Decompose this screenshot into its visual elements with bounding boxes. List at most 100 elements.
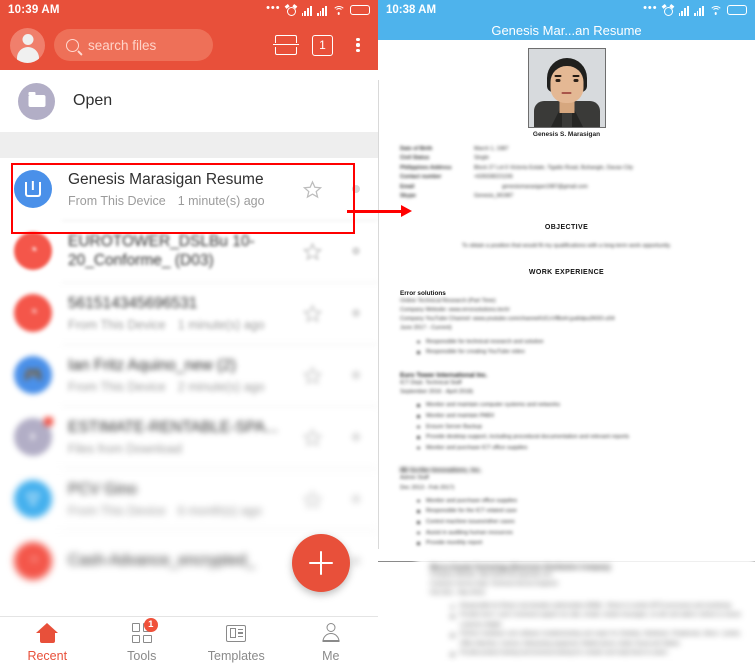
archive-file-icon: ◗ xyxy=(14,417,53,456)
bullet-item: Responsible for creating YouTube video xyxy=(417,347,733,358)
overflow-menu-icon[interactable] xyxy=(348,35,368,55)
file-source: From This Device xyxy=(68,503,166,518)
nav-item-me[interactable]: Me xyxy=(284,623,379,663)
job-line: ICT Dept. Technical Staff xyxy=(400,379,462,386)
avatar[interactable] xyxy=(10,27,45,63)
file-meta: Ian Fritz Aquino_new (2) From This Devic… xyxy=(68,356,287,393)
objective-heading: OBJECTIVE xyxy=(544,223,589,231)
nav-item-tools[interactable]: 1 Tools xyxy=(95,617,190,663)
file-subtitle: From This Device 1 minute(s) ago xyxy=(68,318,287,332)
file-source: From This Device xyxy=(68,317,166,332)
open-row[interactable]: Open xyxy=(0,70,378,132)
info-value: Block 27 Lot 6 Victoria Estate, Tigatto … xyxy=(474,164,634,171)
list-item[interactable]: ◔ EUROTOWER_DSLBu 10-20_Conforme_ (D03) xyxy=(0,220,378,282)
bottom-navigation: Recent 1 Tools Templates Me xyxy=(0,616,378,668)
favorite-star-icon[interactable] xyxy=(303,489,322,509)
job-bullets: Monitor and maintain computer systems an… xyxy=(417,400,733,454)
bullet-item: Control machine issues/other cases xyxy=(417,517,733,528)
favorite-star-icon[interactable] xyxy=(303,179,322,199)
job-line: June 2017 - Current) xyxy=(400,325,452,332)
job-line: Feb 2011 - May 2013) xyxy=(430,590,485,597)
file-meta: EUROTOWER_DSLBu 10-20_Conforme_ (D03) xyxy=(68,232,287,271)
table-row: Civil Status Single xyxy=(400,154,733,163)
job-entry: Euro Tower International Inc. ICT Dept. … xyxy=(400,372,733,454)
search-input[interactable]: search files xyxy=(54,29,213,61)
objective-text: To obtain a position that would fit my q… xyxy=(461,242,672,249)
job-entry: Error solutions Online Technical Researc… xyxy=(400,290,733,358)
bullet-item: Ensure Server Backup xyxy=(417,422,733,433)
table-row: Philippines Address Block 27 Lot 6 Victo… xyxy=(400,164,733,173)
nav-item-templates[interactable]: Templates xyxy=(189,623,284,663)
job-bullets: Responsible for Return merchandise autho… xyxy=(451,602,741,659)
alarm-icon xyxy=(284,3,298,16)
document-page-1: Genesis S. Marasigan Date of Birth March… xyxy=(378,40,755,549)
home-icon xyxy=(36,623,59,644)
document-title: Genesis Mar...an Resume xyxy=(378,20,755,40)
favorite-star-icon[interactable] xyxy=(303,241,322,261)
info-label: Email xyxy=(400,183,415,190)
list-item[interactable]: ▽ PCV Gino From This Device 6 month(s) a… xyxy=(0,468,378,530)
file-time: 2 minute(s) ago xyxy=(177,379,265,394)
file-subtitle: Files from Download xyxy=(68,442,287,456)
document-preview-pane: 10:38 AM ••• Genesis Mar...an Resume Gen… xyxy=(378,0,755,668)
job-bullets: Responsible for technical research and s… xyxy=(417,337,733,358)
bullet-item: Monitor and maintain PABX xyxy=(417,411,733,422)
pdf-document-icon: ◔ xyxy=(14,294,52,332)
templates-icon xyxy=(226,623,247,644)
search-placeholder: search files xyxy=(88,37,157,53)
file-time: 1 minute(s) ago xyxy=(177,317,265,332)
section-divider xyxy=(0,132,378,158)
favorite-star-icon[interactable] xyxy=(303,427,322,447)
job-title: Mecca Grande Technology (Electronic Dist… xyxy=(430,564,611,571)
info-value: March 1, 1987 xyxy=(474,146,509,152)
list-item[interactable]: 🎮 Ian Fritz Aquino_new (2) From This Dev… xyxy=(0,344,378,406)
bullet-item: Monitor and purchase office supplies xyxy=(417,496,733,507)
file-time: 1 minute(s) ago xyxy=(177,193,265,208)
signal-icon xyxy=(678,5,689,16)
info-value: genesismarasigan1987@gmail.com xyxy=(502,183,588,190)
job-line: Company YouTube Channel: www.youtube.com… xyxy=(400,316,615,323)
list-item[interactable]: ◔ 561514345696531 From This Device 1 min… xyxy=(0,282,378,344)
add-plus-icon[interactable] xyxy=(292,534,350,592)
bullet-item: Responsible for Return merchandise autho… xyxy=(451,602,741,612)
file-meta: PCV Gino From This Device 6 month(s) ago xyxy=(68,480,287,517)
ellipsis-icon: ••• xyxy=(643,1,658,14)
game-file-icon: 🎮 xyxy=(14,356,52,394)
list-item[interactable]: Genesis Marasigan Resume From This Devic… xyxy=(0,158,378,220)
file-meta: 561514345696531 From This Device 1 minut… xyxy=(68,294,287,331)
bullet-item: Responsible for technical research and s… xyxy=(417,337,733,348)
document-page-2: Mecca Grande Technology (Electronic Dist… xyxy=(416,558,755,665)
file-manager-pane: 10:39 AM ••• search files 1 Open Genesis… xyxy=(0,0,378,668)
signal-icon xyxy=(301,5,312,16)
battery-icon xyxy=(350,5,370,15)
bullet-item: Monitor and purchase ICT office supplies xyxy=(417,443,733,454)
favorite-star-icon[interactable] xyxy=(303,365,322,385)
info-label: Contact number xyxy=(400,174,442,181)
job-details: ICT Dept. Technical Staff September 2016… xyxy=(400,379,733,397)
page-edge xyxy=(378,80,379,549)
person-icon xyxy=(321,623,340,644)
personal-info-table: Date of Birth March 1, 1987 Civil Status… xyxy=(400,145,733,202)
bullet-item: Assist in auditing human resources xyxy=(417,528,733,539)
ellipsis-icon: ••• xyxy=(266,1,281,14)
split-screen-icon[interactable] xyxy=(273,35,299,55)
file-subtitle: From This Device 1 minute(s) ago xyxy=(68,194,287,208)
screenshot-root: 10:39 AM ••• search files 1 Open Genesis… xyxy=(0,0,755,668)
nav-item-recent[interactable]: Recent xyxy=(0,623,95,663)
signal-icon xyxy=(316,5,327,16)
file-subtitle: From This Device 2 minute(s) ago xyxy=(68,380,287,394)
file-source: From This Device xyxy=(68,193,166,208)
job-line: Admin Staff xyxy=(400,475,429,482)
portrait-photo xyxy=(527,48,606,128)
row-status-dot xyxy=(352,185,360,193)
job-details: Company Website: http://www.meccagrande.… xyxy=(430,571,741,599)
recent-files-list: Genesis Marasigan Resume From This Devic… xyxy=(0,158,378,592)
file-meta: Cash-Advance_encrypted_ xyxy=(68,551,287,570)
favorite-star-icon[interactable] xyxy=(303,303,322,323)
list-item[interactable]: ◗ ESTIMATE-RENTABLE-SPA... Files from Do… xyxy=(0,406,378,468)
bullet-item: Provide desktop support, including proce… xyxy=(417,432,733,443)
tab-count-button[interactable]: 1 xyxy=(312,34,333,56)
job-line: Online Technical Research (Part Time) xyxy=(400,297,496,304)
file-name: ESTIMATE-RENTABLE-SPA... xyxy=(68,419,279,437)
job-details: Online Technical Research (Part Time) Co… xyxy=(400,297,733,334)
